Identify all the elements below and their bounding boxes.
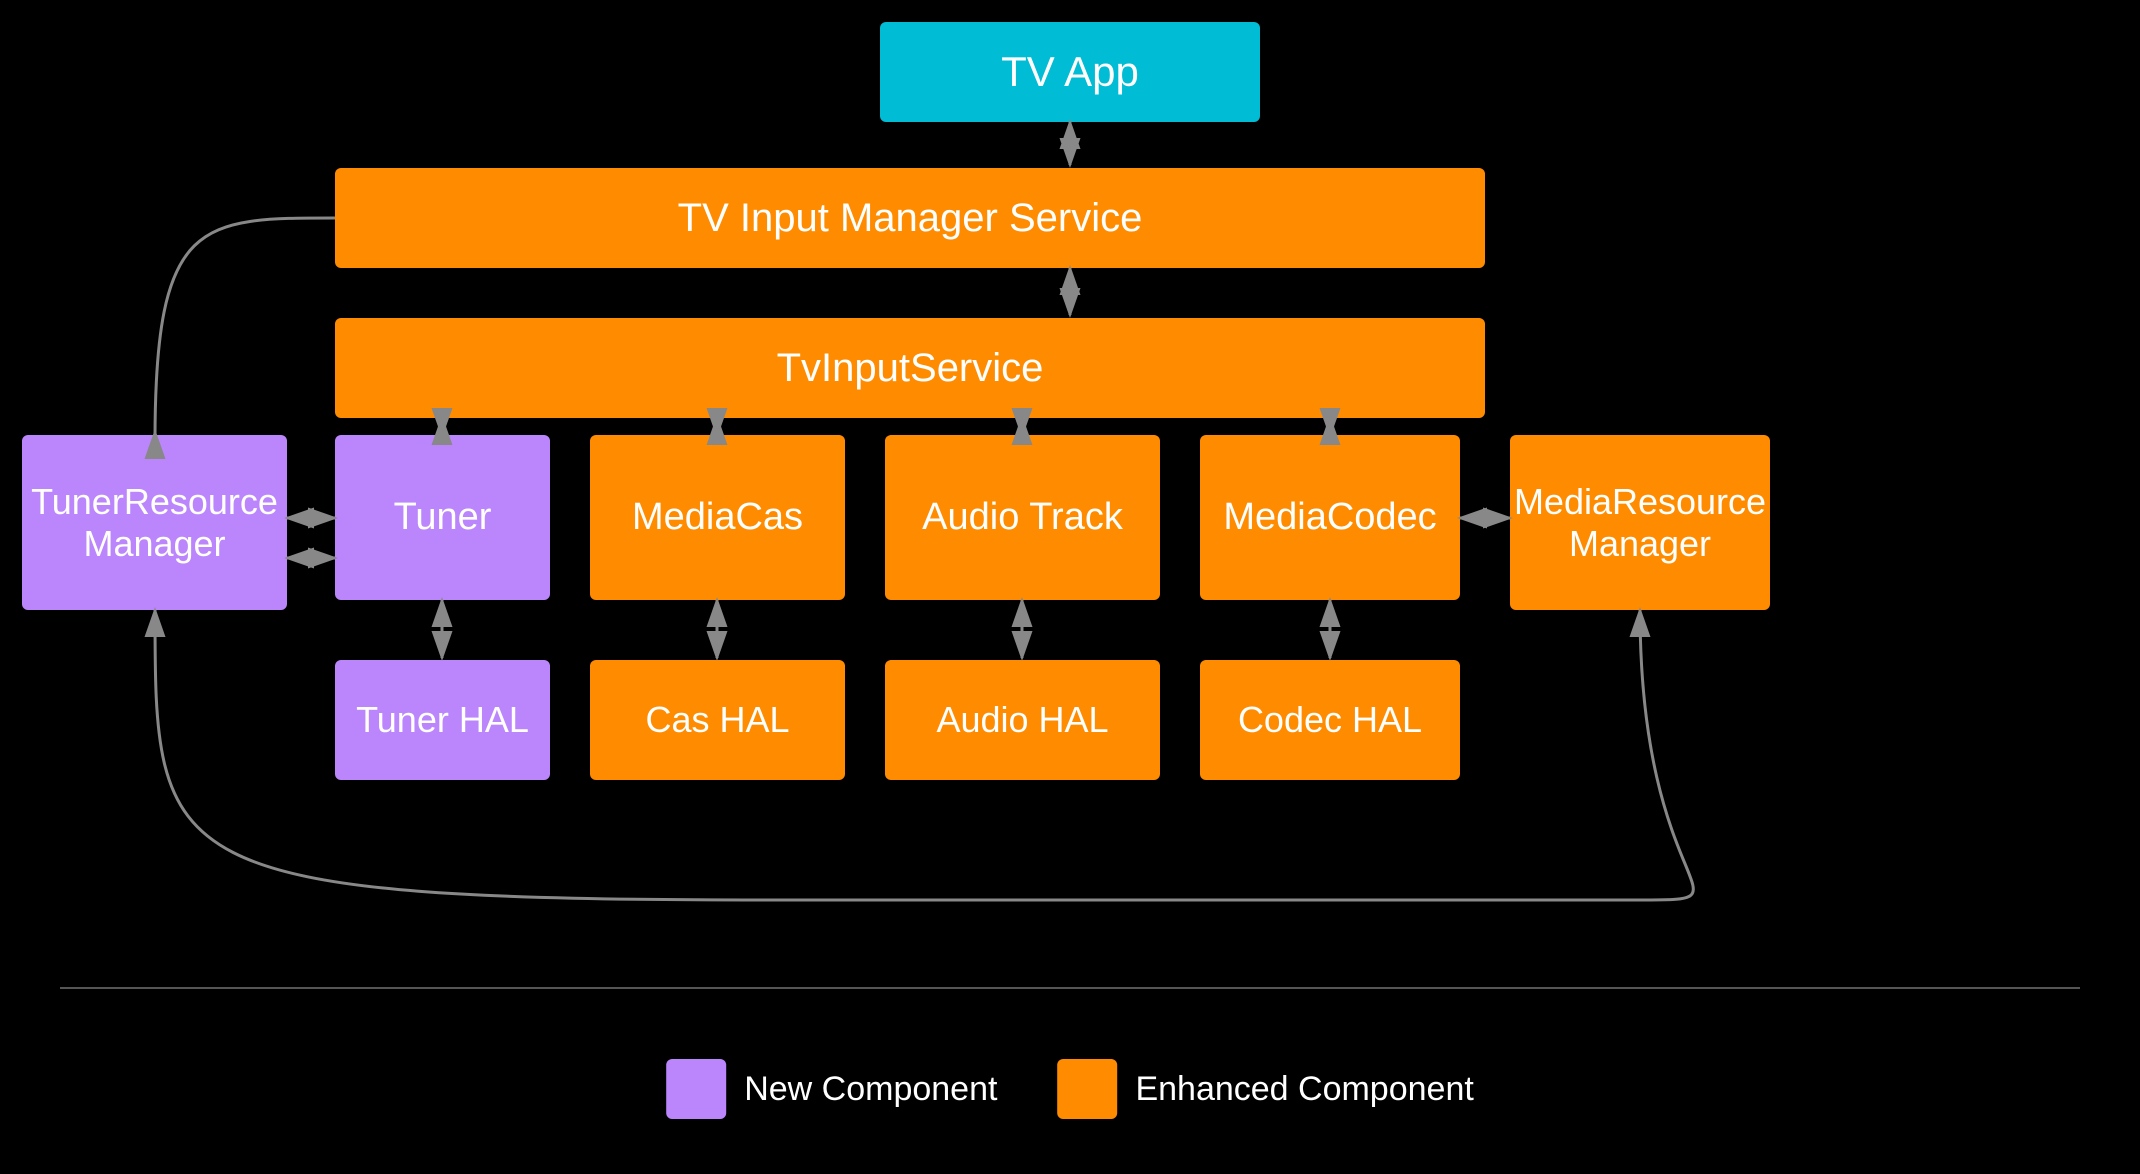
mediacodec-box: MediaCodec (1200, 435, 1460, 600)
tuner-hal-box: Tuner HAL (335, 660, 550, 780)
legend: New Component Enhanced Component (666, 1059, 1474, 1119)
tv-input-service-box: TvInputService (335, 318, 1485, 418)
mediacas-box: MediaCas (590, 435, 845, 600)
tv-app-box: TV App (880, 22, 1260, 122)
media-resource-box: MediaResource Manager (1510, 435, 1770, 610)
legend-new-label: New Component (744, 1070, 997, 1109)
legend-divider (60, 987, 2080, 989)
tuner-box: Tuner (335, 435, 550, 600)
legend-purple-box (666, 1059, 726, 1119)
codec-hal-box: Codec HAL (1200, 660, 1460, 780)
legend-orange-box (1057, 1059, 1117, 1119)
tuner-resource-box: TunerResource Manager (22, 435, 287, 610)
tv-input-manager-box: TV Input Manager Service (335, 168, 1485, 268)
audio-hal-box: Audio HAL (885, 660, 1160, 780)
legend-enhanced-label: Enhanced Component (1135, 1070, 1473, 1109)
legend-enhanced-component: Enhanced Component (1057, 1059, 1473, 1119)
cas-hal-box: Cas HAL (590, 660, 845, 780)
legend-new-component: New Component (666, 1059, 997, 1119)
audio-track-box: Audio Track (885, 435, 1160, 600)
diagram-container: TV App TV Input Manager Service TvInputS… (0, 0, 2140, 1174)
